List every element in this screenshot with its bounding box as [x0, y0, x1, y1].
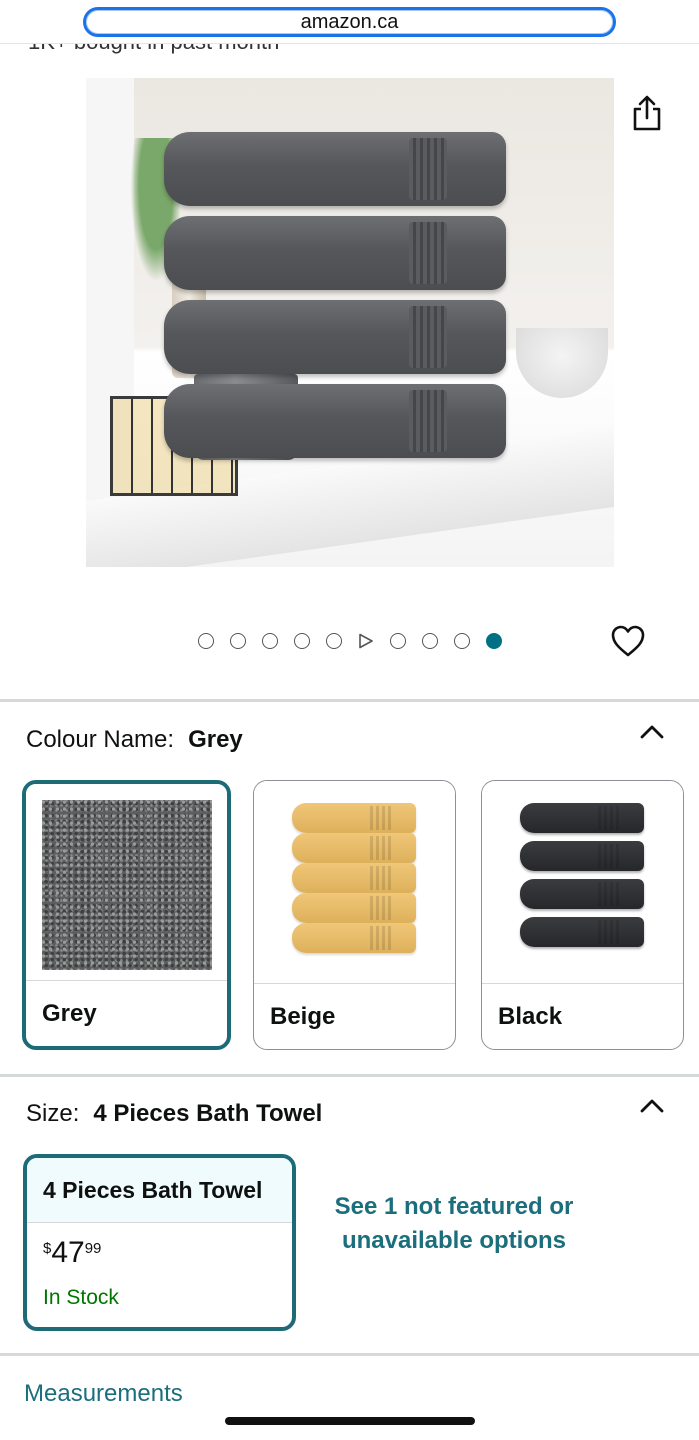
colour-option-beige[interactable]: Beige	[253, 780, 456, 1050]
measurements-link[interactable]: Measurements	[24, 1380, 183, 1408]
price-fraction: 99	[84, 1240, 102, 1257]
colour-label-text: Colour Name:	[26, 726, 175, 753]
home-indicator[interactable]	[225, 1417, 475, 1425]
price-whole: 47	[51, 1236, 85, 1269]
url-bar[interactable]: amazon.ca	[83, 7, 616, 37]
chevron-up-icon[interactable]	[640, 1098, 664, 1114]
size-option-card[interactable]: 4 Pieces Bath Towel $ 47 99 In Stock	[23, 1154, 296, 1331]
share-icon[interactable]	[630, 94, 664, 132]
swatch-image	[26, 784, 227, 986]
size-selected-value: 4 Pieces Bath Towel	[93, 1100, 323, 1127]
video-play-icon[interactable]	[358, 633, 374, 649]
size-label-text: Size:	[26, 1100, 80, 1127]
product-image[interactable]	[86, 78, 614, 567]
divider	[0, 1074, 699, 1077]
colour-label: Colour Name: Grey	[26, 726, 243, 754]
pagination-dot-active[interactable]	[486, 633, 502, 649]
pagination-dot[interactable]	[294, 633, 310, 649]
availability-status: In Stock	[43, 1286, 119, 1309]
pagination-dot[interactable]	[454, 633, 470, 649]
colour-selected-value: Grey	[188, 726, 243, 753]
colour-option-label: Grey	[26, 980, 227, 1046]
colour-option-label: Black	[482, 983, 683, 1049]
pagination-dot[interactable]	[422, 633, 438, 649]
divider	[0, 1353, 699, 1356]
heart-icon[interactable]	[610, 624, 646, 658]
see-unavailable-options-link[interactable]: See 1 not featured or unavailable option…	[330, 1190, 578, 1258]
colour-option-grey[interactable]: Grey	[22, 780, 231, 1050]
image-pagination	[198, 632, 502, 650]
colour-option-black[interactable]: Black	[481, 780, 684, 1050]
size-label: Size: 4 Pieces Bath Towel	[26, 1100, 322, 1128]
pagination-dot[interactable]	[230, 633, 246, 649]
size-option-name: 4 Pieces Bath Towel	[27, 1158, 292, 1223]
pagination-dot[interactable]	[390, 633, 406, 649]
divider	[0, 699, 699, 702]
pagination-dot[interactable]	[262, 633, 278, 649]
pagination-dot[interactable]	[326, 633, 342, 649]
swatch-image	[482, 781, 683, 983]
price-symbol: $	[43, 1240, 52, 1257]
price: $ 47 99	[43, 1236, 101, 1270]
swatch-image	[254, 781, 455, 983]
browser-toolbar: amazon.ca	[0, 0, 699, 44]
chevron-up-icon[interactable]	[640, 724, 664, 740]
url-text: amazon.ca	[300, 10, 399, 33]
colour-option-label: Beige	[254, 983, 455, 1049]
pagination-dot[interactable]	[198, 633, 214, 649]
